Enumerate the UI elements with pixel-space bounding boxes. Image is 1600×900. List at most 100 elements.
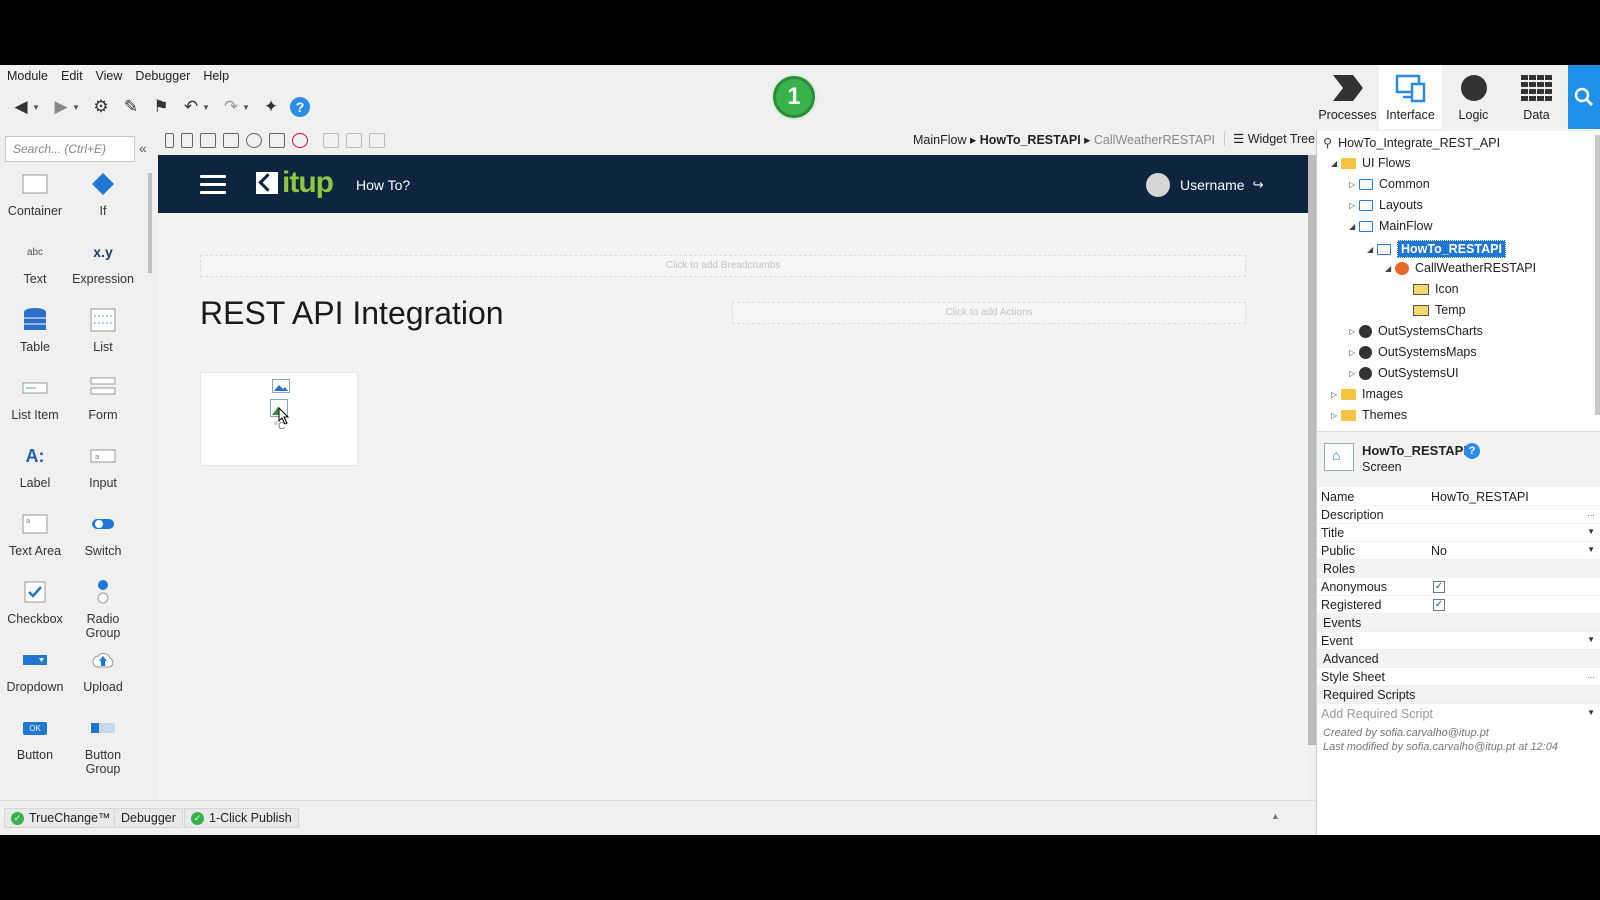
menu-edit[interactable]: Edit <box>61 69 83 83</box>
tool-radio-group[interactable]: Radio Group <box>68 578 138 640</box>
align-left-icon[interactable] <box>323 132 339 148</box>
tree-node-mainflow[interactable]: ◢ MainFlow <box>1349 219 1433 233</box>
menu-debugger[interactable]: Debugger <box>135 69 190 83</box>
prop-value-name[interactable]: HowTo_RESTAPI <box>1431 490 1529 504</box>
tool-checkbox[interactable]: Checkbox <box>0 578 70 626</box>
prop-row-add-script[interactable]: Add Required Script ▼ <box>1317 705 1600 723</box>
chevron-down-icon[interactable]: ▼ <box>1587 527 1595 536</box>
chevron-down-icon[interactable]: ▼ <box>32 103 42 112</box>
zoom-icon[interactable] <box>246 132 262 148</box>
tool-input[interactable]: a Input <box>68 442 138 490</box>
chevron-down-icon[interactable]: ▼ <box>202 103 212 112</box>
tree-node-layouts[interactable]: ▷ Layouts <box>1349 198 1423 212</box>
tablet-preview-icon[interactable] <box>181 132 193 148</box>
dependencies-icon[interactable]: ⚑ <box>150 96 172 118</box>
truechange-tab[interactable]: ✓ TrueChange™ <box>4 808 118 828</box>
collapse-panel-icon[interactable]: « <box>139 140 147 156</box>
help-icon[interactable]: ? <box>1464 443 1480 459</box>
chevron-down-icon[interactable]: ▼ <box>1587 545 1595 554</box>
image-icon[interactable] <box>272 379 290 393</box>
tool-list-item[interactable]: List Item <box>0 374 70 422</box>
screen-canvas[interactable]: itup How To? Username ↪ Click to add Bre… <box>158 155 1308 835</box>
forward-arrow-icon[interactable]: ▶ <box>50 96 72 118</box>
tree-node-ui-flows[interactable]: ◢ UI Flows <box>1331 156 1411 170</box>
tool-container[interactable]: Container <box>0 170 70 218</box>
breadcrumb-block[interactable]: CallWeatherRESTAPI <box>1094 133 1215 147</box>
add-required-script-dropdown[interactable]: Add Required Script <box>1321 707 1433 721</box>
publish-step-badge[interactable]: 1 <box>773 76 815 118</box>
tool-button[interactable]: OK Button <box>0 714 70 762</box>
collapsed-arrow-icon[interactable]: ▷ <box>1349 369 1359 378</box>
expanded-arrow-icon[interactable]: ◢ <box>1349 222 1359 231</box>
prop-row-stylesheet[interactable]: Style Sheet … <box>1317 668 1600 686</box>
tool-expression[interactable]: x.y Expression <box>68 238 138 286</box>
expand-panel-icon[interactable]: ▲ <box>1271 811 1280 821</box>
tool-label[interactable]: A: Label <box>0 442 70 491</box>
expanded-arrow-icon[interactable]: ◢ <box>1385 264 1395 273</box>
css-icon[interactable] <box>269 132 285 148</box>
screen-size-icon[interactable] <box>223 132 239 148</box>
prop-row-anonymous[interactable]: Anonymous ✓ <box>1317 578 1600 596</box>
debugger-tab[interactable]: Debugger <box>114 808 183 828</box>
anonymous-checkbox[interactable]: ✓ <box>1433 581 1445 593</box>
menu-help[interactable]: Help <box>203 69 229 83</box>
hamburger-menu-icon[interactable] <box>200 175 226 199</box>
weather-card[interactable]: °C <box>200 372 358 466</box>
help-icon[interactable]: ? <box>290 97 310 117</box>
actions-placeholder[interactable]: Click to add Actions <box>732 302 1246 324</box>
user-info[interactable]: Username ↪ <box>1146 173 1264 197</box>
tool-upload[interactable]: Upload <box>68 646 138 694</box>
align-center-icon[interactable] <box>346 132 362 148</box>
ellipsis-icon[interactable]: … <box>1587 509 1595 518</box>
tree-node-maps[interactable]: ▷ OutSystemsMaps <box>1349 345 1477 359</box>
collapsed-arrow-icon[interactable]: ▷ <box>1349 201 1359 210</box>
publish-wand-icon[interactable]: ✦ <box>260 96 282 118</box>
align-right-icon[interactable] <box>369 132 385 148</box>
tree-node-block[interactable]: ◢ CallWeatherRESTAPI <box>1385 261 1536 275</box>
tree-node-images[interactable]: ▷ Images <box>1331 387 1403 401</box>
tree-node-themes[interactable]: ▷ Themes <box>1331 408 1407 422</box>
widget-tree-button[interactable]: ☰ Widget Tree <box>1224 131 1315 146</box>
breadcrumb-screen[interactable]: HowTo_RESTAPI <box>980 133 1081 147</box>
chevron-down-icon[interactable]: ▼ <box>72 103 82 112</box>
tool-text[interactable]: abc Text <box>0 238 70 287</box>
chevron-down-icon[interactable]: ▼ <box>1587 635 1595 644</box>
prop-row-name[interactable]: Name HowTo_RESTAPI <box>1317 488 1600 506</box>
tool-list[interactable]: List <box>68 306 138 354</box>
collapsed-arrow-icon[interactable]: ▷ <box>1349 180 1359 189</box>
collapsed-arrow-icon[interactable]: ▷ <box>1349 327 1359 336</box>
redo-icon[interactable]: ↷ <box>220 96 242 118</box>
collapsed-arrow-icon[interactable]: ▷ <box>1349 348 1359 357</box>
global-search-button[interactable] <box>1568 65 1600 129</box>
tool-button-group[interactable]: Button Group <box>68 714 138 776</box>
prop-row-title[interactable]: Title ▼ <box>1317 524 1600 542</box>
tool-dropdown[interactable]: Dropdown <box>0 646 70 694</box>
breadcrumb-mainflow[interactable]: MainFlow <box>913 133 967 147</box>
tree-node-icon[interactable]: Icon <box>1413 282 1459 296</box>
tool-switch[interactable]: Switch <box>68 510 138 558</box>
back-arrow-icon[interactable]: ◀ <box>10 96 32 118</box>
theme-editor-icon[interactable] <box>292 132 308 148</box>
tool-if[interactable]: If <box>68 170 138 218</box>
menu-view[interactable]: View <box>96 69 123 83</box>
expanded-arrow-icon[interactable]: ◢ <box>1331 159 1341 168</box>
tree-node-screen[interactable]: ◢ HowTo_RESTAPI <box>1367 240 1506 258</box>
prop-row-description[interactable]: Description … <box>1317 506 1600 524</box>
prop-row-registered[interactable]: Registered ✓ <box>1317 596 1600 614</box>
expanded-arrow-icon[interactable]: ◢ <box>1367 245 1377 254</box>
tool-table[interactable]: Table <box>0 306 70 354</box>
page-title[interactable]: REST API Integration <box>200 295 504 332</box>
tab-logic[interactable]: Logic <box>1442 65 1505 129</box>
prop-row-public[interactable]: Public No ▼ <box>1317 542 1600 560</box>
ellipsis-icon[interactable]: … <box>1587 671 1595 680</box>
chevron-down-icon[interactable]: ▼ <box>1587 708 1595 717</box>
tab-data[interactable]: Data <box>1505 65 1568 129</box>
publish-tab[interactable]: ✓ 1-Click Publish <box>184 808 299 828</box>
tool-form[interactable]: Form <box>68 374 138 422</box>
menu-module[interactable]: Module <box>7 69 48 83</box>
prop-value-public[interactable]: No <box>1431 544 1447 558</box>
tab-processes[interactable]: Processes <box>1316 65 1379 129</box>
tool-text-area[interactable]: a Text Area <box>0 510 70 558</box>
tree-node-ui[interactable]: ▷ OutSystemsUI <box>1349 366 1459 380</box>
phone-preview-icon[interactable] <box>165 132 174 148</box>
